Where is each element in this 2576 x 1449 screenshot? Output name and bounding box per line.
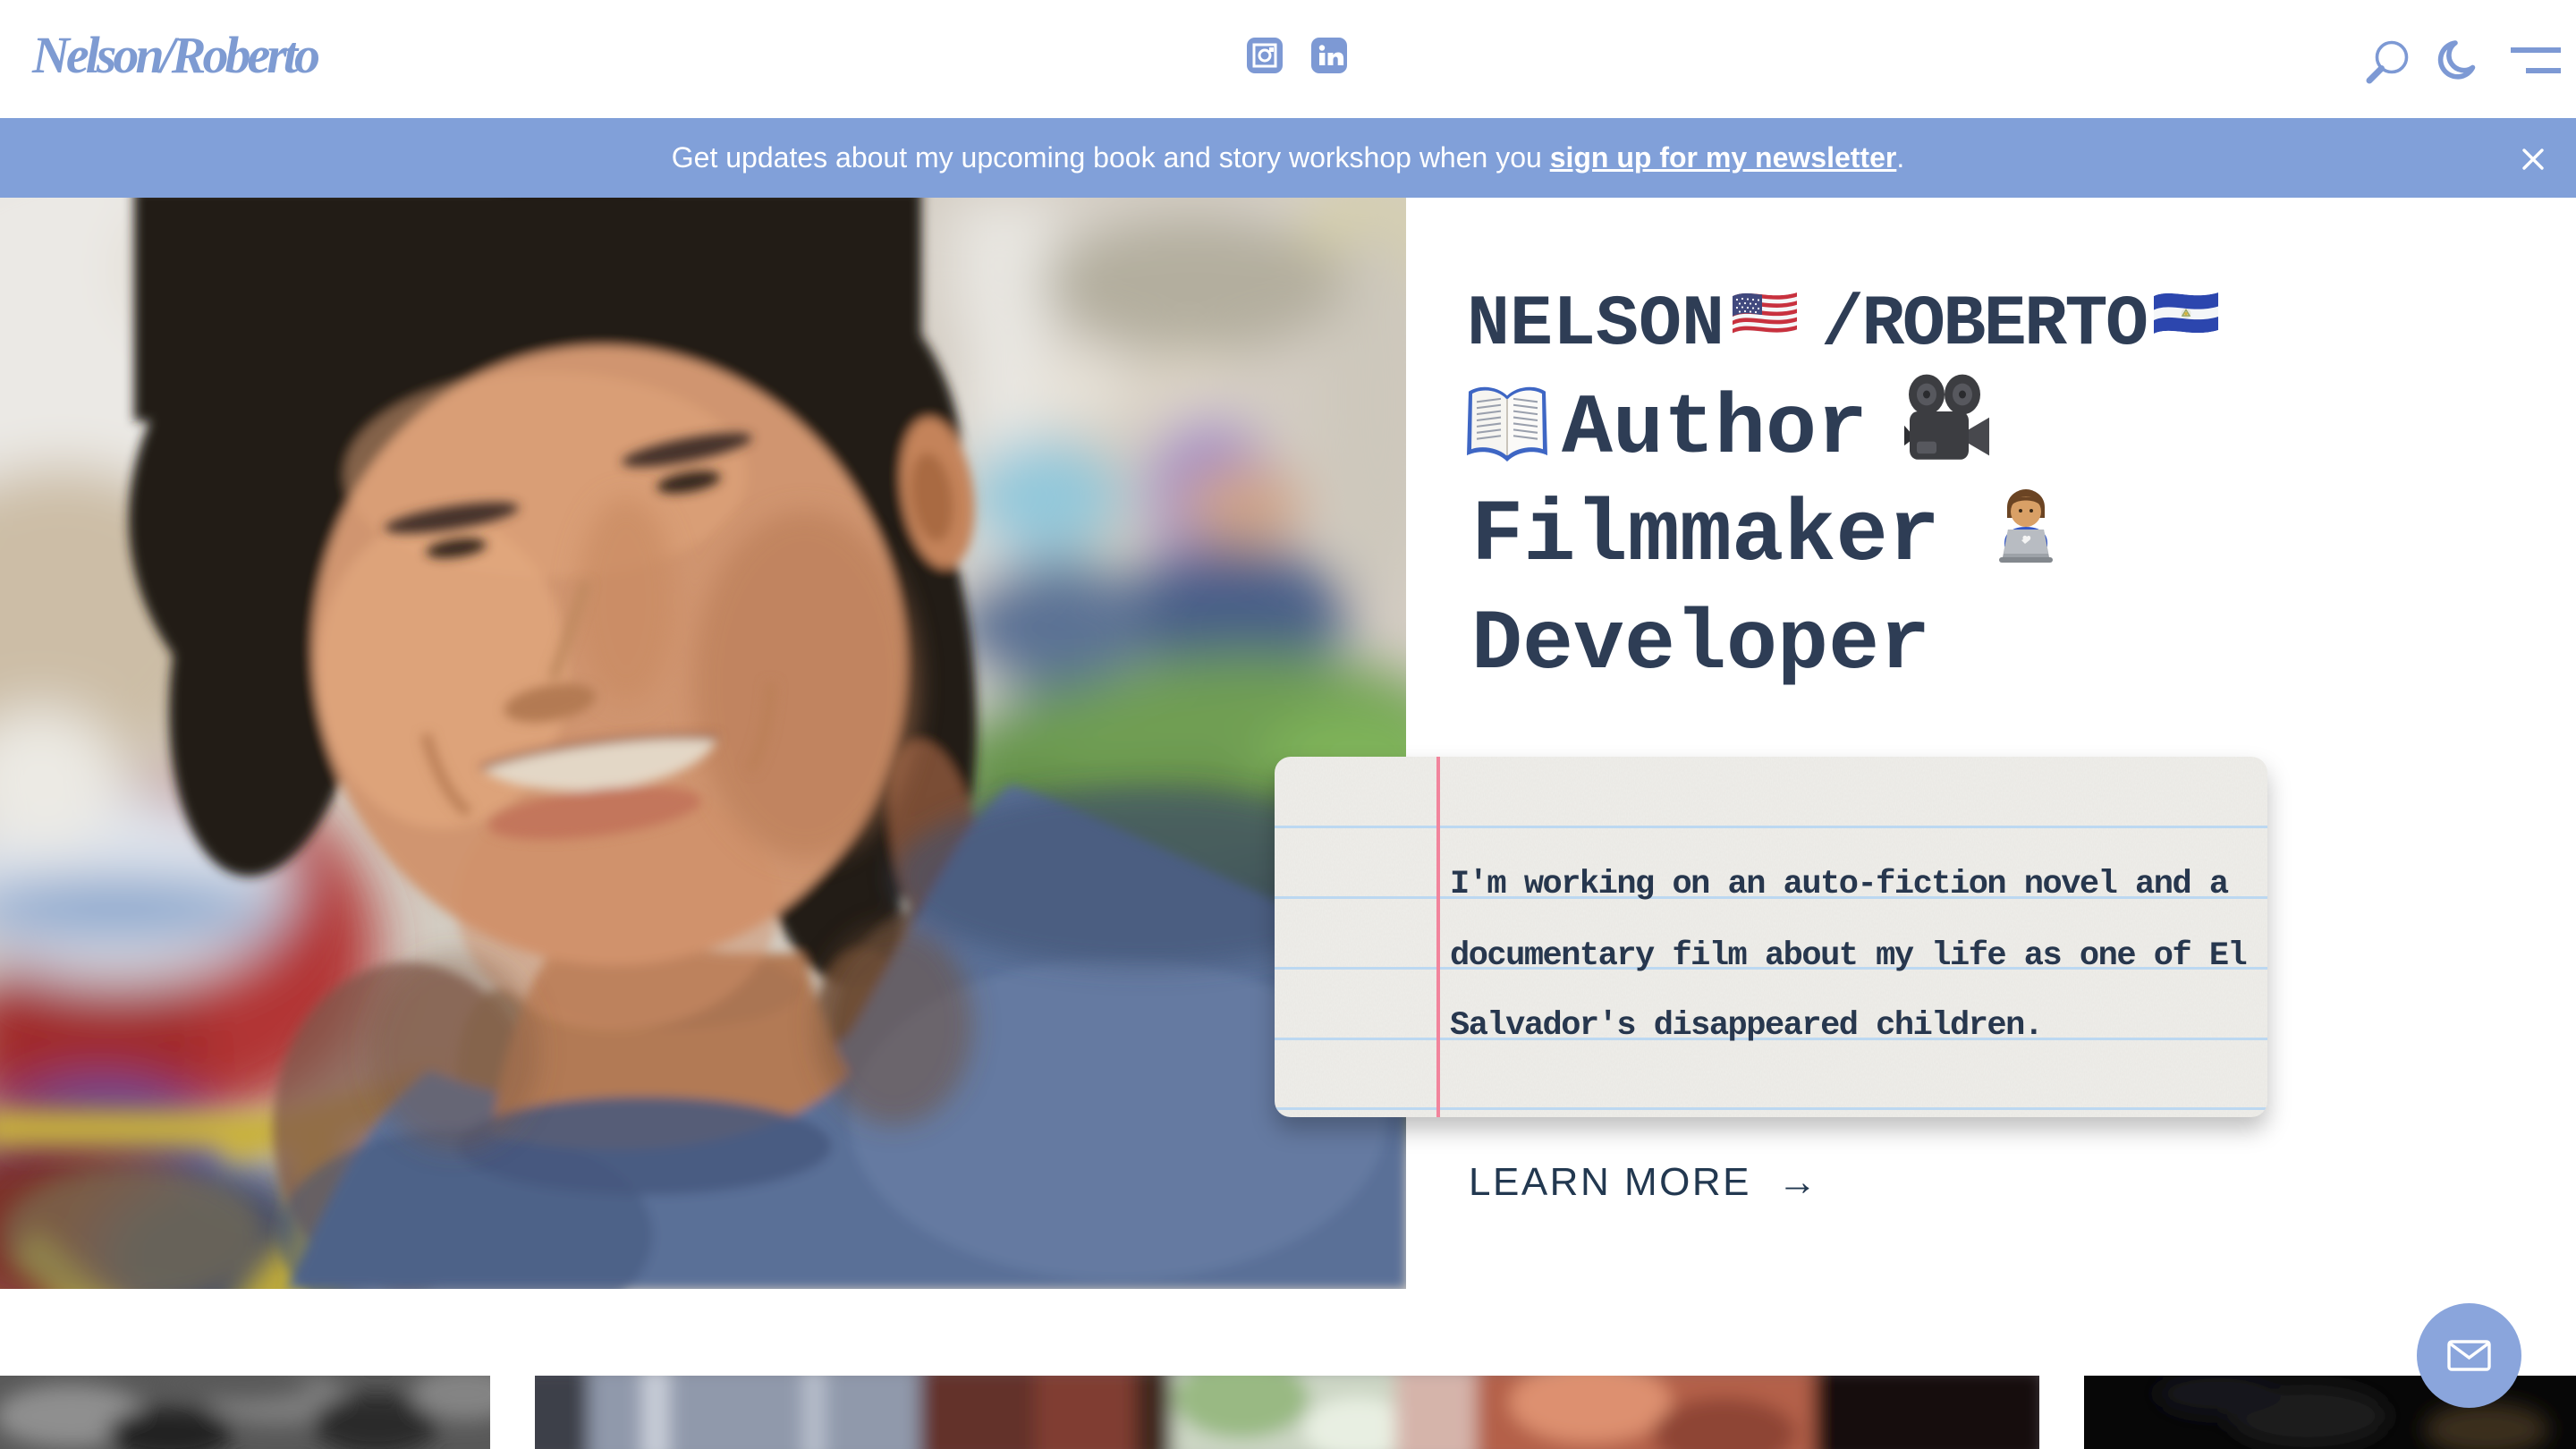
svg-text:I'm working on an auto-fiction: I'm working on an auto-fiction novel and…: [1450, 866, 2229, 903]
svg-text:documentary film about my life: documentary film about my life as one of…: [1450, 937, 2247, 975]
svg-text:Filmmaker: Filmmaker: [1471, 487, 1940, 586]
svg-text:/ROBERTO: /ROBERTO: [1821, 284, 2148, 366]
svg-text:Author: Author: [1562, 381, 1868, 478]
svg-text:Developer: Developer: [1471, 597, 1930, 693]
svg-text:Nelson/Roberto: Nelson/Roberto: [31, 26, 320, 84]
svg-text:Salvador's disappeared childre: Salvador's disappeared children.: [1450, 1007, 2043, 1045]
svg-text:NELSON: NELSON: [1467, 284, 1724, 366]
